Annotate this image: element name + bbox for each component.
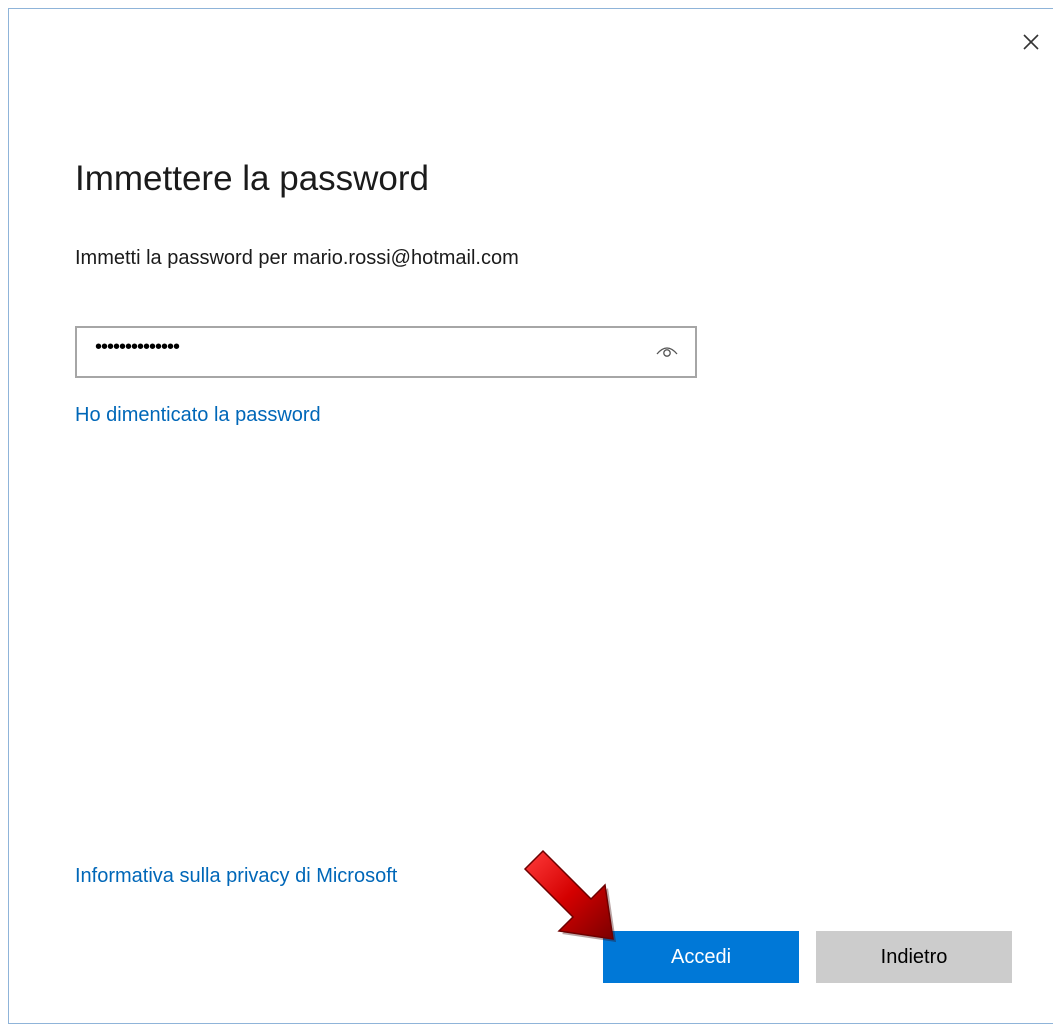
dialog-title: Immettere la password [75, 159, 430, 198]
privacy-link[interactable]: Informativa sulla privacy di Microsoft [75, 865, 397, 888]
close-button[interactable] [1015, 26, 1047, 58]
eye-icon [656, 347, 678, 357]
dialog-subtitle: Immetti la password per mario.rossi@hotm… [75, 247, 519, 269]
back-button[interactable]: Indietro [816, 931, 1012, 983]
sign-in-button[interactable]: Accedi [603, 931, 799, 983]
reveal-password-button[interactable] [655, 342, 679, 360]
password-value: •••••••••••••• [95, 336, 180, 358]
password-input[interactable]: •••••••••••••• [75, 326, 697, 378]
forgot-password-link[interactable]: Ho dimenticato la password [75, 404, 321, 427]
sign-in-dialog: Immettere la password Immetti la passwor… [8, 8, 1053, 1024]
close-icon [1023, 34, 1039, 50]
